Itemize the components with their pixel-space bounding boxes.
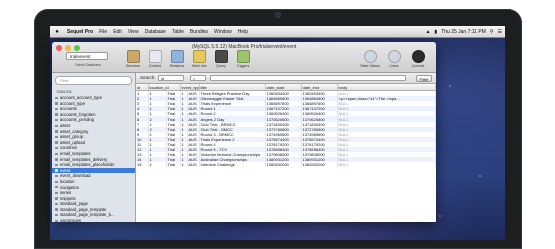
table-cell[interactable]: 1 (180, 162, 188, 168)
table-row[interactable]: 15 1 Trial 1 AUS Interclub Challenge 138283200… (136, 162, 436, 168)
wifi-icon[interactable]: ▲ (425, 29, 430, 35)
toolbar-relations-button[interactable]: Relations (166, 50, 188, 68)
filter-search-label: Search: (140, 75, 156, 80)
triggers-icon (236, 50, 250, 63)
window-titlebar: (MySQL 5.5.12) MacBook Pro/trialsevent/e… (52, 42, 436, 73)
content-icon (148, 50, 162, 63)
content-pane: Search: id = Filter id location_id event… (136, 73, 436, 222)
filter-value-input[interactable] (210, 75, 406, 81)
filter-operator-select[interactable]: = (190, 75, 206, 81)
tables-list: account_account_type account_type accounts… (52, 95, 135, 222)
users-icon (387, 50, 401, 63)
menu-table[interactable]: Table (169, 29, 187, 35)
menu-bar: ● Sequel Pro File Edit View Database Tab… (50, 26, 505, 38)
table-cell[interactable]: NULL (337, 162, 436, 168)
table-cell[interactable]: 1382832000 (265, 162, 302, 168)
table-cell[interactable]: Interclub Challenge (199, 162, 266, 168)
toolbar-console-label: Console (411, 64, 425, 68)
menu-help[interactable]: Help (235, 29, 251, 35)
table-body: 1 1 Trial 1 AUS Three Bridges Practice Day 136… (136, 90, 436, 168)
filter-column-select[interactable]: id (158, 75, 184, 81)
toolbar-query-button[interactable]: Query (210, 50, 232, 68)
database-select-label: Select Database (75, 63, 101, 67)
spotlight-icon[interactable]: ⚲ (490, 29, 494, 35)
table-cell[interactable]: 1382832000 (301, 162, 338, 168)
toolbar-content-label: Content (148, 64, 162, 68)
toolbar-table-info-label: Table Info (191, 64, 207, 68)
console-icon (411, 50, 425, 63)
query-icon (214, 50, 228, 63)
table-cell[interactable]: 15 (136, 162, 149, 168)
menu-extras: ▲ ▮ Thu 25 Jan 7:11 PM ⚲ ☰ (425, 29, 505, 35)
toolbar-users-button[interactable]: Users (382, 50, 406, 68)
structure-icon (126, 50, 140, 63)
notifications-icon[interactable]: ☰ (498, 29, 502, 35)
toolbar-query-label: Query (216, 64, 226, 68)
filter-bar: Search: id = Filter (136, 73, 436, 84)
battery-icon[interactable]: ▮ (434, 29, 437, 35)
apple-menu-icon[interactable]: ● (50, 29, 64, 35)
toolbar-table-history-button[interactable]: Table History (358, 50, 382, 68)
menu-app-name[interactable]: Sequel Pro (64, 29, 96, 35)
history-icon (363, 50, 377, 63)
toolbar-triggers-button[interactable]: Triggers (232, 50, 254, 68)
relations-icon (170, 50, 184, 63)
table-cell[interactable]: Trial (166, 162, 181, 168)
table-cell[interactable]: AUS (187, 162, 200, 168)
sequel-pro-window: (MySQL 5.5.12) MacBook Pro/trialsevent/e… (52, 42, 436, 222)
toolbar-content-button[interactable]: Content (144, 50, 166, 68)
filter-button[interactable]: Filter (416, 74, 432, 82)
menu-bundles[interactable]: Bundles (187, 29, 211, 35)
menu-window[interactable]: Window (211, 29, 235, 35)
toolbar-console-button[interactable]: Console (406, 50, 430, 68)
camera-icon (275, 12, 281, 18)
tables-sidebar: Filter TABLES account_account_type accoun… (52, 73, 136, 222)
menu-view[interactable]: View (125, 29, 142, 35)
clock[interactable]: Thu 25 Jan 7:11 PM (441, 29, 486, 35)
menu-edit[interactable]: Edit (110, 29, 125, 35)
menu-file[interactable]: File (96, 29, 110, 35)
toolbar-table-history-label: Table History (359, 64, 381, 68)
table-cell[interactable]: 1 (148, 162, 167, 168)
toolbar-structure-button[interactable]: Structure (122, 50, 144, 68)
menu-database[interactable]: Database (142, 29, 169, 35)
toolbar-structure-label: Structure (125, 64, 141, 68)
toolbar-users-label: Users (389, 64, 399, 68)
content-table: id location_id event_type_id title date_… (136, 84, 436, 168)
toolbar-triggers-label: Triggers (236, 64, 250, 68)
toolbar-relations-label: Relations (169, 64, 185, 68)
database-select[interactable]: trialsevent (66, 52, 108, 60)
table-info-icon (192, 50, 206, 63)
sidebar-filter-input[interactable]: Filter (55, 76, 132, 85)
toolbar-table-info-button[interactable]: Table Info (188, 50, 210, 68)
sidebar-table-item[interactable]: usergroups (52, 218, 135, 222)
sidebar-header: TABLES (56, 89, 72, 94)
